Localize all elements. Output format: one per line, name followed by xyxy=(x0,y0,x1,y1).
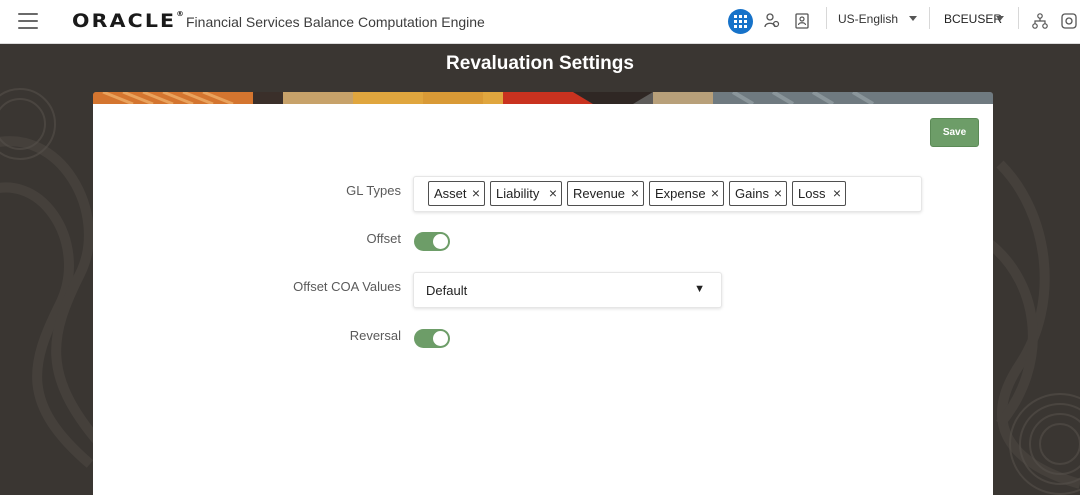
remove-chip-icon[interactable]: × xyxy=(631,182,639,205)
gl-types-label: GL Types xyxy=(346,183,401,198)
logo-text: ORACLE xyxy=(72,10,177,32)
menu-icon[interactable] xyxy=(18,13,38,29)
gl-type-chip: Expense × xyxy=(649,181,724,206)
chip-label: Gains xyxy=(735,186,769,201)
gl-type-chip: Gains × xyxy=(729,181,787,206)
chip-label: Asset xyxy=(434,186,467,201)
page-title: Revaluation Settings xyxy=(446,53,634,74)
offset-coa-label: Offset COA Values xyxy=(293,279,401,294)
gl-types-input[interactable]: Asset × Liability × Revenue × Expense × … xyxy=(413,176,922,212)
remove-chip-icon[interactable]: × xyxy=(774,182,782,205)
decorative-banner xyxy=(93,92,993,104)
toggle-knob xyxy=(433,234,448,249)
app-title: Financial Services Balance Computation E… xyxy=(186,14,485,30)
chevron-down-icon[interactable] xyxy=(996,16,1004,21)
language-selector[interactable]: US-English xyxy=(838,12,898,26)
user-role-icon[interactable] xyxy=(763,12,781,30)
reversal-toggle[interactable] xyxy=(414,329,450,348)
reversal-label: Reversal xyxy=(349,328,401,343)
offset-coa-value: Default xyxy=(426,283,468,298)
top-header: ORACLE® Financial Services Balance Compu… xyxy=(0,0,1080,44)
settings-card: Save GL Types Asset × Liability × Revenu… xyxy=(93,104,993,495)
hierarchy-icon[interactable] xyxy=(1031,12,1049,30)
gl-type-chip: Loss × xyxy=(792,181,846,206)
apps-grid-icon[interactable] xyxy=(728,9,753,34)
chip-label: Liability xyxy=(496,186,540,201)
gl-type-chip: Liability × xyxy=(490,181,562,206)
chip-label: Expense xyxy=(655,186,706,201)
dropdown-arrow-icon: ▼ xyxy=(694,283,705,295)
gl-type-chip: Asset × xyxy=(428,181,485,206)
contacts-icon[interactable] xyxy=(793,12,811,30)
remove-chip-icon[interactable]: × xyxy=(472,182,480,205)
toggle-knob xyxy=(433,331,448,346)
save-button[interactable]: Save xyxy=(930,118,979,147)
header-divider xyxy=(1018,7,1019,29)
chip-label: Loss xyxy=(798,186,826,201)
remove-chip-icon[interactable]: × xyxy=(833,182,841,205)
offset-label: Offset xyxy=(366,231,401,246)
chip-label: Revenue xyxy=(573,186,626,201)
remove-chip-icon[interactable]: × xyxy=(549,182,557,205)
help-icon[interactable] xyxy=(1060,12,1078,30)
user-menu[interactable]: BCEUSER xyxy=(944,12,1002,26)
gl-type-chip: Revenue × xyxy=(567,181,644,206)
oracle-logo: ORACLE® xyxy=(72,10,184,32)
offset-toggle[interactable] xyxy=(414,232,450,251)
offset-coa-select[interactable]: Default ▼ xyxy=(413,272,722,308)
chevron-down-icon[interactable] xyxy=(909,16,917,21)
header-divider xyxy=(929,7,930,29)
header-divider xyxy=(826,7,827,29)
remove-chip-icon[interactable]: × xyxy=(711,182,719,205)
